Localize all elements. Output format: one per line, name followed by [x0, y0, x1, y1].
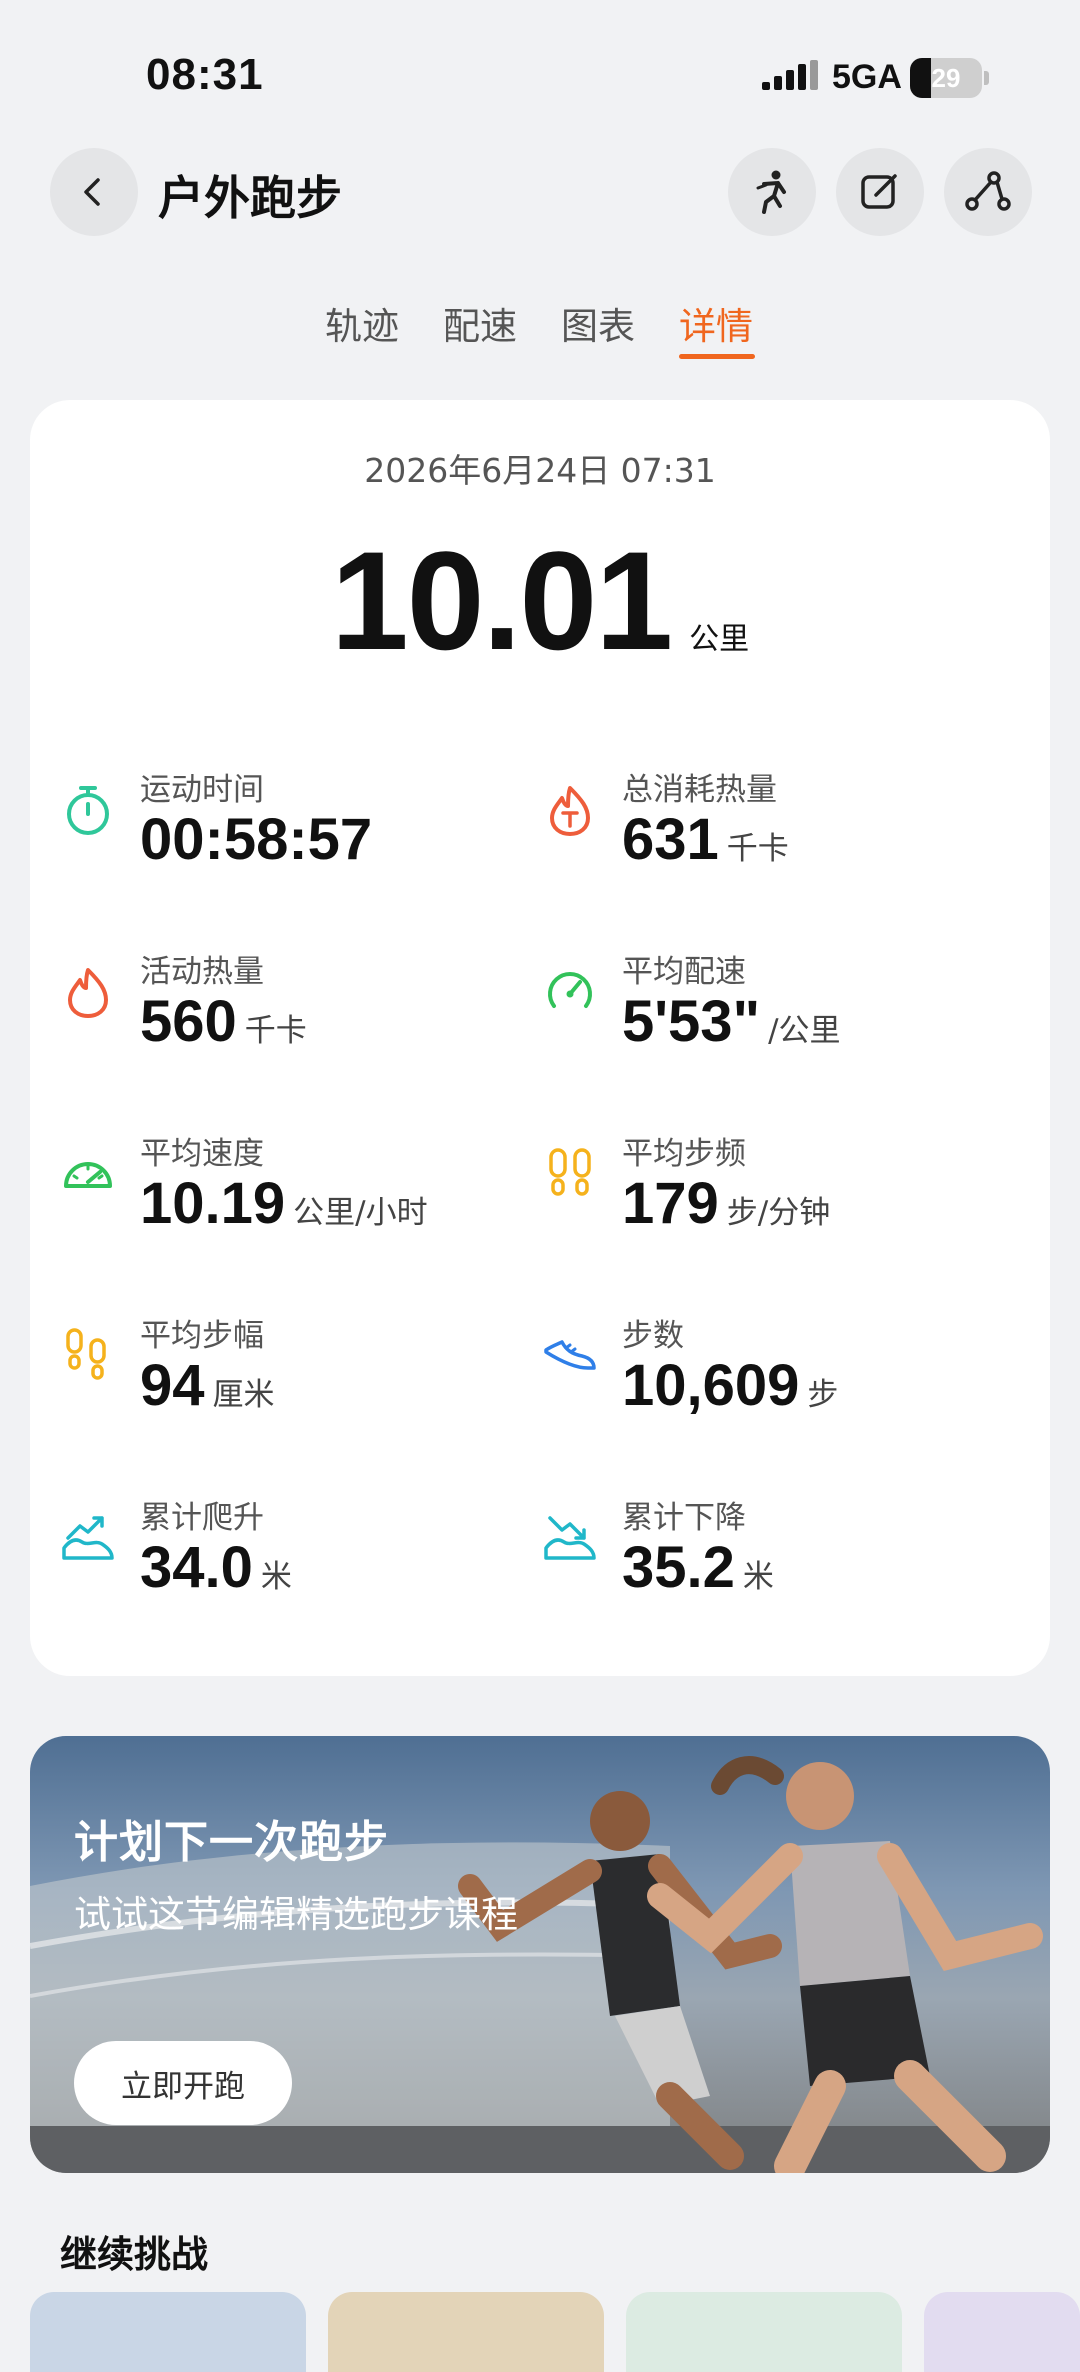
- metric-label: 运动时间: [140, 772, 264, 808]
- challenge-card[interactable]: [30, 2292, 306, 2372]
- metric-exercise-time: 运动时间 00:58:57: [60, 764, 540, 884]
- metric-value: 10.19: [140, 1171, 286, 1236]
- metric-value: 00:58:57: [140, 807, 373, 872]
- battery-icon: 29: [910, 58, 990, 98]
- metric-unit: 米: [742, 1559, 774, 1595]
- metric-value: 560: [140, 989, 237, 1054]
- metric-value: 179: [622, 1171, 719, 1236]
- metric-average-stride: 平均步幅 94 厘米: [60, 1310, 540, 1430]
- tab-bar: 轨迹 配速 图表 详情: [0, 296, 1080, 366]
- back-button[interactable]: [50, 148, 138, 236]
- back-icon: [84, 178, 100, 206]
- metric-average-pace: 平均配速 5'53"/公里: [542, 946, 1022, 1066]
- metric-label: 累计下降: [622, 1500, 746, 1536]
- metric-unit: 米: [260, 1559, 292, 1595]
- challenge-card[interactable]: [626, 2292, 902, 2372]
- workout-datetime: 2026年6月24日 07:31: [364, 451, 716, 490]
- metric-value: 34.0: [140, 1535, 253, 1600]
- metric-label: 累计爬升: [140, 1500, 264, 1536]
- metric-label: 总消耗热量: [622, 772, 777, 808]
- metric-unit: /公里: [768, 1013, 841, 1049]
- tab-pace[interactable]: 配速: [443, 296, 517, 350]
- metric-unit: 步: [807, 1377, 839, 1413]
- start-running-button[interactable]: 立即开跑: [74, 2041, 292, 2125]
- metric-unit: 步/分钟: [726, 1195, 831, 1231]
- workout-summary-card: 2026年6月24日 07:31 10.01 公里 运动时间 00:58:57 总…: [30, 400, 1050, 1676]
- total-calorie-flame-icon: [550, 786, 590, 836]
- status-bar: 08:31 5GA 29: [0, 0, 1080, 150]
- footsteps-icon: [66, 1328, 106, 1380]
- ascent-icon: [62, 1516, 114, 1560]
- metric-total-calories: 总消耗热量 631 千卡: [542, 764, 1022, 884]
- metric-unit: 公里/小时: [293, 1195, 428, 1231]
- distance-value: 10.01: [330, 522, 673, 679]
- metric-value: 94: [140, 1353, 205, 1418]
- page-title: 户外跑步: [158, 171, 342, 225]
- speedometer-icon: [64, 1162, 112, 1188]
- metric-label: 平均步幅: [140, 1318, 264, 1354]
- distance-display: 10.01 公里: [30, 520, 1050, 682]
- flame-icon: [68, 968, 108, 1018]
- metric-steps: 步数 10,609 步: [542, 1310, 1022, 1430]
- signal-icon: [762, 60, 818, 90]
- stopwatch-icon: [67, 786, 109, 835]
- metric-total-ascent: 累计爬升 34.0 米: [60, 1492, 540, 1612]
- metric-value: 5'53": [622, 989, 761, 1054]
- metric-value: 10,609: [622, 1353, 800, 1418]
- running-course-banner[interactable]: 计划下一次跑步 试试这节编辑精选跑步课程 立即开跑: [30, 1736, 1050, 2173]
- metric-total-descent: 累计下降 35.2 米: [542, 1492, 1022, 1612]
- battery-level: 29: [931, 63, 961, 93]
- tab-chart[interactable]: 图表: [561, 296, 635, 350]
- banner-title: 计划下一次跑步: [74, 1817, 389, 1868]
- metric-value: 35.2: [622, 1535, 735, 1600]
- route-button[interactable]: [944, 148, 1032, 236]
- running-posture-button[interactable]: [728, 148, 816, 236]
- metric-label: 平均速度: [140, 1136, 264, 1172]
- tab-track[interactable]: 轨迹: [325, 296, 399, 350]
- challenge-card[interactable]: [924, 2292, 1080, 2372]
- descent-icon: [544, 1516, 596, 1560]
- challenge-card[interactable]: [328, 2292, 604, 2372]
- section-title: 继续挑战: [60, 2233, 208, 2276]
- header: 户外跑步: [0, 148, 1080, 238]
- metric-label: 步数: [622, 1318, 684, 1354]
- metric-label: 平均配速: [622, 954, 746, 990]
- edit-icon: [861, 174, 897, 209]
- status-time: 08:31: [146, 50, 264, 99]
- edit-button[interactable]: [836, 148, 924, 236]
- network-label: 5GA: [832, 58, 902, 96]
- metric-unit: 千卡: [244, 1013, 307, 1049]
- route-icon: [965, 171, 1011, 211]
- metric-unit: 厘米: [212, 1377, 275, 1413]
- pace-gauge-icon: [548, 972, 592, 1008]
- metric-label: 平均步频: [622, 1136, 746, 1172]
- metric-average-speed: 平均速度 10.19 公里/小时: [60, 1128, 540, 1248]
- distance-unit: 公里: [689, 622, 750, 657]
- running-posture-icon: [756, 170, 786, 214]
- metric-average-cadence: 平均步频 179 步/分钟: [542, 1128, 1022, 1248]
- metric-active-calories: 活动热量 560 千卡: [60, 946, 540, 1066]
- metric-label: 活动热量: [140, 954, 264, 990]
- tab-details[interactable]: 详情: [679, 296, 753, 350]
- banner-subtitle: 试试这节编辑精选跑步课程: [74, 1893, 518, 1936]
- footprints-icon: [549, 1148, 591, 1196]
- metric-value: 631: [622, 807, 719, 872]
- shoe-icon: [544, 1340, 596, 1370]
- active-tab-indicator: [679, 354, 755, 359]
- metric-unit: 千卡: [726, 831, 789, 867]
